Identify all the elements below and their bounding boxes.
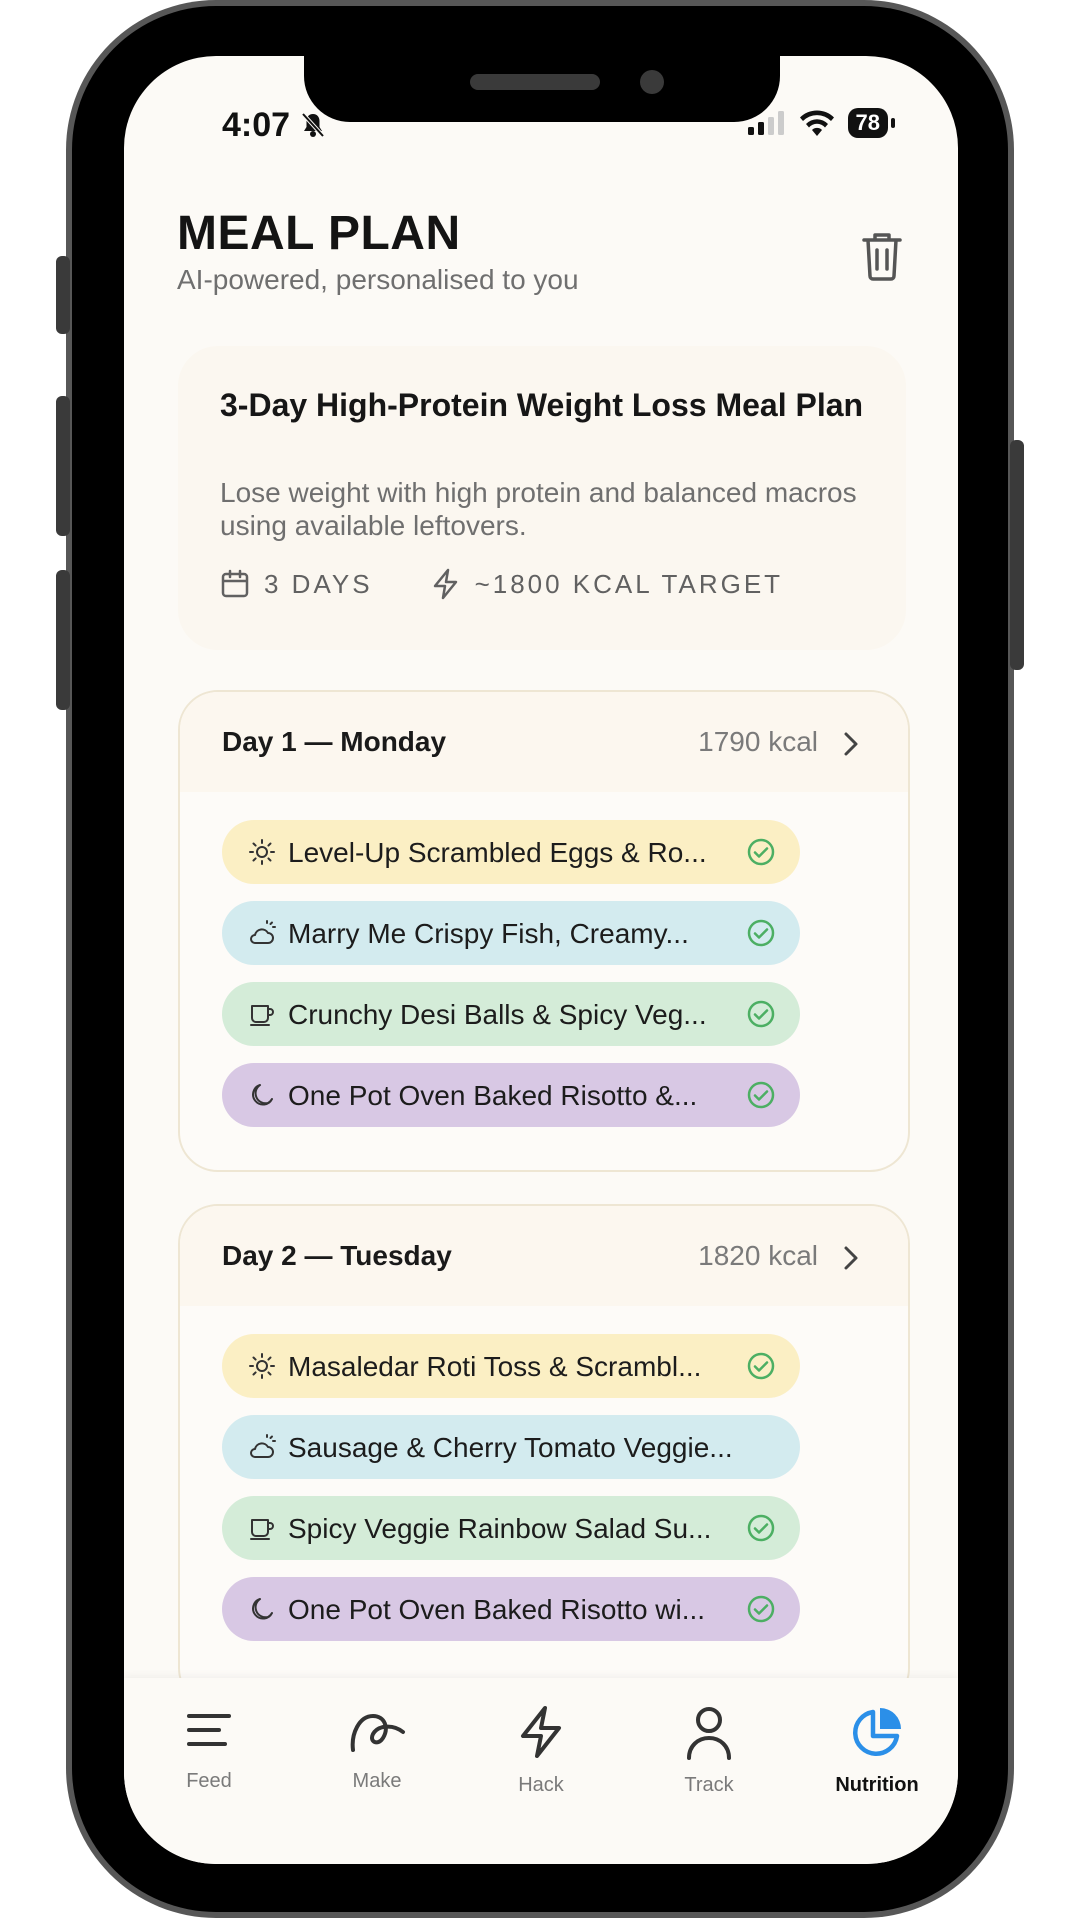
meal-snack[interactable]: Crunchy Desi Balls & Spicy Veg... — [222, 982, 800, 1046]
check-circle-icon — [747, 919, 775, 947]
meal-label: Crunchy Desi Balls & Spicy Veg... — [288, 999, 707, 1030]
check-circle-icon — [747, 1514, 775, 1542]
phone-volume-up — [56, 396, 70, 536]
sun-icon — [249, 1353, 275, 1379]
plan-description: Lose weight with high protein and balanc… — [220, 477, 857, 541]
bottom-nav: Feed Make Hack Track Nutrition — [124, 1678, 958, 1864]
speaker — [470, 74, 600, 90]
day-kcal: 1790 kcal — [698, 726, 818, 757]
day-title: Day 2 — Tuesday — [222, 1240, 452, 1271]
battery-indicator: 78 — [847, 108, 896, 138]
nav-label: Hack — [518, 1774, 564, 1796]
meal-lunch[interactable]: Marry Me Crispy Fish, Creamy... — [222, 901, 800, 965]
bolt-icon — [521, 1706, 561, 1758]
day-card-monday[interactable]: Day 1 — Monday 1790 kcal Level-Up Scramb… — [178, 690, 910, 1172]
plan-meta: 3 DAYS ~1800 KCAL TARGET — [220, 568, 783, 600]
meal-snack[interactable]: Spicy Veggie Rainbow Salad Su... — [222, 1496, 800, 1560]
nav-make[interactable]: Make — [317, 1704, 437, 1793]
cloud-sun-icon — [250, 1434, 276, 1458]
day-card-tuesday[interactable]: Day 2 — Tuesday 1820 kcal Masaledar Roti… — [178, 1204, 910, 1708]
meal-dinner[interactable]: One Pot Oven Baked Risotto &... — [222, 1063, 800, 1127]
check-circle-icon — [747, 838, 775, 866]
meal-label: Spicy Veggie Rainbow Salad Su... — [288, 1513, 712, 1544]
day-header[interactable]: Day 2 — Tuesday 1820 kcal — [180, 1206, 908, 1306]
notch — [304, 56, 780, 122]
app-screen: 4:07 78 MEAL PLAN AI-powered, personalis… — [124, 56, 958, 1864]
cup-icon — [250, 1005, 274, 1026]
plan-title: 3-Day High-Protein Weight Loss Meal Plan — [220, 387, 864, 423]
nav-feed[interactable]: Feed — [149, 1704, 269, 1793]
bolt-icon — [433, 568, 457, 600]
phone-mute-switch — [56, 256, 70, 334]
check-circle-icon — [747, 1081, 775, 1109]
person-icon — [687, 1707, 731, 1760]
meal-label: Masaledar Roti Toss & Scrambl... — [288, 1351, 702, 1382]
status-time: 4:07 — [222, 106, 326, 145]
bell-muted-icon — [301, 112, 324, 138]
chevron-right-icon[interactable] — [842, 730, 860, 758]
meal-label: One Pot Oven Baked Risotto wi... — [288, 1594, 706, 1625]
wifi-icon — [799, 110, 834, 136]
nav-label: Track — [684, 1774, 734, 1796]
meal-label: Level-Up Scrambled Eggs & Ro... — [288, 837, 707, 868]
calendar-icon — [221, 569, 249, 598]
nav-label: Feed — [186, 1770, 232, 1792]
meal-label: Marry Me Crispy Fish, Creamy... — [288, 918, 689, 949]
nav-label: Make — [352, 1770, 402, 1792]
cup-icon — [250, 1519, 274, 1540]
check-circle-icon — [747, 1000, 775, 1028]
moon-icon — [252, 1084, 273, 1106]
check-circle-icon — [747, 1595, 775, 1623]
trash-icon[interactable] — [858, 230, 906, 282]
nav-nutrition[interactable]: Nutrition — [817, 1704, 937, 1797]
meal-breakfast[interactable]: Level-Up Scrambled Eggs & Ro... — [222, 820, 800, 884]
plan-summary-card: 3-Day High-Protein Weight Loss Meal Plan… — [178, 346, 906, 650]
page-subtitle: AI-powered, personalised to you — [177, 264, 579, 295]
day-title: Day 1 — Monday — [222, 726, 447, 757]
pie-chart-icon — [853, 1708, 901, 1756]
sun-icon — [249, 839, 275, 865]
plan-kcal-target: ~1800 KCAL TARGET — [474, 568, 784, 599]
feed-icon — [187, 1714, 231, 1746]
signal-icon — [747, 111, 784, 135]
nav-hack[interactable]: Hack — [481, 1704, 601, 1797]
phone-volume-down — [56, 570, 70, 710]
day-header[interactable]: Day 1 — Monday 1790 kcal — [180, 692, 908, 792]
meal-lunch[interactable]: Sausage & Cherry Tomato Veggie... — [222, 1415, 800, 1479]
page-title: MEAL PLAN — [177, 207, 461, 260]
plan-days: 3 DAYS — [264, 568, 373, 599]
phone-power-button — [1010, 440, 1024, 670]
moon-icon — [252, 1598, 273, 1620]
check-circle-icon — [747, 1352, 775, 1380]
meal-dinner[interactable]: One Pot Oven Baked Risotto wi... — [222, 1577, 800, 1641]
nav-label: Nutrition — [835, 1774, 919, 1796]
make-icon — [350, 1714, 405, 1752]
meal-label: One Pot Oven Baked Risotto &... — [288, 1080, 698, 1111]
nav-track[interactable]: Track — [649, 1704, 769, 1797]
camera — [640, 70, 664, 94]
day-kcal: 1820 kcal — [698, 1240, 818, 1271]
status-indicators: 78 — [747, 108, 896, 138]
cloud-sun-icon — [250, 920, 276, 944]
meal-label: Sausage & Cherry Tomato Veggie... — [288, 1432, 733, 1463]
meal-breakfast[interactable]: Masaledar Roti Toss & Scrambl... — [222, 1334, 800, 1398]
chevron-right-icon[interactable] — [842, 1244, 860, 1272]
